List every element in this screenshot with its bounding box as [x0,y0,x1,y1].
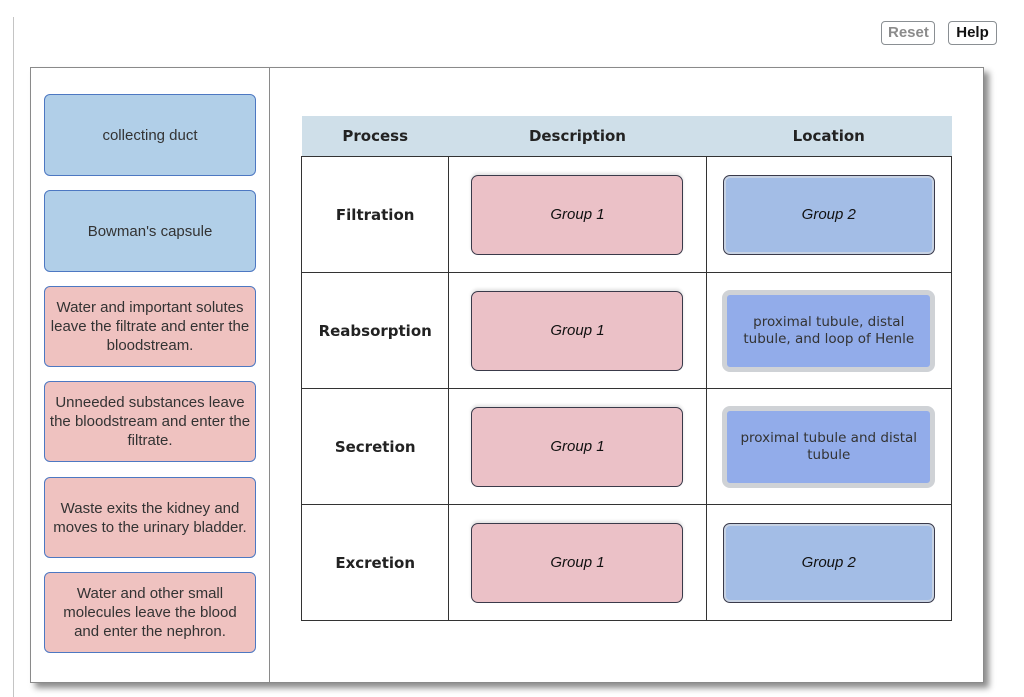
drop-target-location-filtration[interactable]: Group 2 [722,174,935,255]
draggable-label-collecting-duct[interactable]: collecting duct [44,94,256,176]
page-left-rule [13,17,14,697]
draggable-label-secretion-description[interactable]: Unneeded substances leave the bloodstrea… [44,381,256,462]
draggable-label-reabsorption-description[interactable]: Water and important solutes leave the fi… [44,286,256,367]
label-palette: collecting duct Bowman's capsule Water a… [31,68,270,682]
table-row-secretion: Secretion Group 1 proximal tubule and di… [300,388,953,505]
drop-target-description-excretion[interactable]: Group 1 [471,522,684,603]
process-name: Filtration [300,156,450,273]
column-header-process: Process [301,116,449,157]
drop-target-description-secretion[interactable]: Group 1 [471,406,684,487]
table-row-excretion: Excretion Group 1 Group 2 [300,504,953,621]
drop-target-description-filtration[interactable]: Group 1 [471,174,684,255]
column-header-location: Location [706,116,952,157]
drop-target-description-reabsorption[interactable]: Group 1 [471,290,684,371]
draggable-label-bowmans-capsule[interactable]: Bowman's capsule [44,190,256,272]
help-button[interactable]: Help [948,21,997,45]
table-row-reabsorption: Reabsorption Group 1 proximal tubule, di… [300,272,953,389]
drop-target-location-excretion[interactable]: Group 2 [722,522,935,603]
process-name: Secretion [300,388,450,505]
process-table: Process Description Location Filtration … [300,116,953,621]
activity-frame: collecting duct Bowman's capsule Water a… [30,67,984,683]
draggable-label-excretion-description[interactable]: Waste exits the kidney and moves to the … [44,477,256,558]
placed-label-location-secretion[interactable]: proximal tubule and distal tubule [722,405,936,488]
process-name: Reabsorption [300,272,450,389]
process-name: Excretion [300,504,450,621]
table-row-filtration: Filtration Group 1 Group 2 [300,156,953,273]
placed-label-location-reabsorption[interactable]: proximal tubule, distal tubule, and loop… [722,289,936,372]
column-header-description: Description [448,116,707,157]
draggable-label-filtration-description[interactable]: Water and other small molecules leave th… [44,572,256,653]
reset-button[interactable]: Reset [881,21,935,45]
